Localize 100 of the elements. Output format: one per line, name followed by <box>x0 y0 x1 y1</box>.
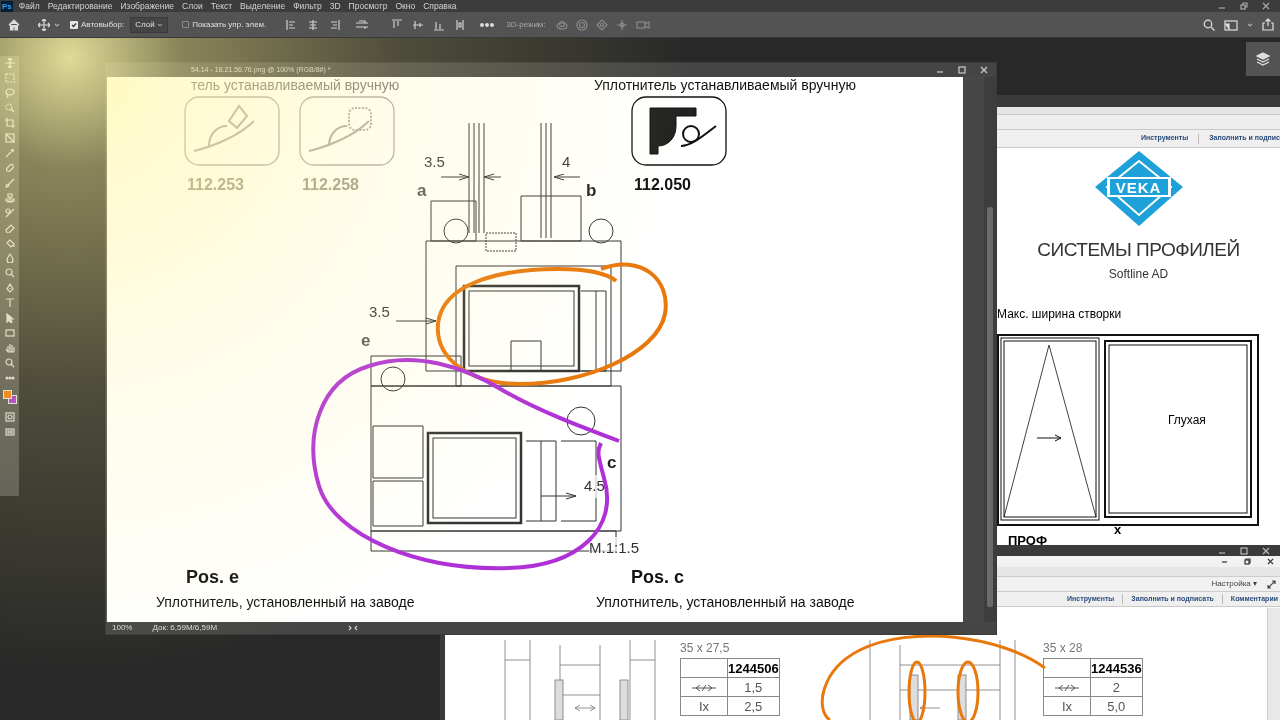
caret-icon[interactable] <box>54 21 60 28</box>
stamp-icon[interactable] <box>4 193 15 203</box>
seal-code: 112.258 <box>302 175 359 195</box>
close-icon[interactable] <box>1262 2 1270 10</box>
frame-icon[interactable] <box>4 133 15 143</box>
dimension-label: 4.5 <box>584 475 605 498</box>
zoom-icon[interactable] <box>4 358 15 368</box>
close-icon[interactable] <box>1267 558 1274 565</box>
settings-dropdown[interactable]: Настройка ▾ <box>1211 578 1257 590</box>
bucket-icon[interactable] <box>4 238 15 248</box>
caption: Макс. ширина створки <box>997 305 1123 323</box>
menu-item[interactable]: Текст <box>210 0 233 13</box>
history-brush-icon[interactable] <box>4 208 15 218</box>
checkbox[interactable] <box>182 21 190 28</box>
table-cell: 2 <box>1090 677 1143 697</box>
subheading: Softline AD <box>1107 265 1170 283</box>
hand-icon[interactable] <box>4 343 15 353</box>
heading: Уплотнитель устанавливаемый вручную <box>594 77 856 95</box>
table-cell: 2,5 <box>727 696 780 716</box>
menu-item[interactable]: Файл <box>18 0 40 13</box>
table-title: 35 x 27,5 <box>680 641 731 655</box>
foreground-swatch[interactable] <box>2 390 12 399</box>
scrollbar[interactable] <box>984 77 996 622</box>
menu-item[interactable]: Редактирование <box>47 0 113 13</box>
close-icon[interactable] <box>1262 546 1270 555</box>
expand-icon[interactable] <box>1267 579 1276 589</box>
rectangle-icon[interactable] <box>4 328 15 338</box>
lasso-icon[interactable] <box>4 88 15 98</box>
pan-icon[interactable] <box>595 18 608 31</box>
position-label: Pos. c <box>631 566 685 589</box>
menu-item[interactable]: 3D <box>329 0 341 13</box>
pen-icon[interactable] <box>4 283 15 293</box>
caret-icon[interactable] <box>1247 21 1253 28</box>
menu-item[interactable]: Изображение <box>120 0 174 13</box>
eraser-icon[interactable] <box>4 223 15 233</box>
orbit-icon[interactable] <box>555 18 568 31</box>
maximize-icon[interactable] <box>958 66 966 74</box>
quick-select-icon[interactable] <box>4 103 15 113</box>
camera-icon[interactable] <box>635 18 650 31</box>
workspace-icon[interactable] <box>1224 18 1238 31</box>
align-icon[interactable] <box>391 18 404 31</box>
search-icon[interactable] <box>1203 18 1215 31</box>
distribute-icon[interactable] <box>355 18 370 31</box>
scrollbar[interactable] <box>1267 608 1280 720</box>
table-cell: 1244506 <box>727 658 780 678</box>
table-cell: 1244536 <box>1090 658 1143 678</box>
home-icon[interactable] <box>8 18 20 31</box>
menu-item[interactable]: Слои <box>182 0 203 13</box>
section-title: ПРОФ <box>1008 532 1048 547</box>
checkbox-label: Показать упр. элем. <box>192 18 267 31</box>
restore-icon[interactable] <box>1240 2 1248 10</box>
chevron-right-icon[interactable] <box>347 625 354 631</box>
table-cell: 5,0 <box>1090 696 1143 716</box>
slide-icon[interactable] <box>615 18 628 31</box>
seal-code: 112.050 <box>634 175 691 195</box>
healing-brush-icon[interactable] <box>4 163 15 173</box>
deflection-symbol-icon <box>1055 684 1079 693</box>
align-icon[interactable] <box>412 18 425 31</box>
more-icon[interactable] <box>480 22 495 27</box>
move-icon[interactable] <box>38 18 50 31</box>
table-cell: Ix <box>680 696 728 716</box>
align-icon[interactable] <box>307 18 320 31</box>
menu-item[interactable]: Просмотр <box>348 0 388 13</box>
caret-icon <box>157 21 164 28</box>
drop-icon[interactable] <box>4 253 15 263</box>
menu-item[interactable]: Фильтр <box>293 0 322 13</box>
layers-icon[interactable] <box>1256 52 1270 66</box>
heading: тель устанавливаемый вручную <box>191 77 400 95</box>
crop-icon[interactable] <box>4 118 15 128</box>
restore-icon[interactable] <box>1244 558 1251 565</box>
table-title: 35 x 28 <box>1043 641 1084 655</box>
app-logo: Ps <box>1 0 13 12</box>
align-icon[interactable] <box>454 18 467 31</box>
align-icon[interactable] <box>328 18 341 31</box>
deflection-symbol-icon <box>692 684 716 693</box>
checkbox[interactable] <box>70 20 78 29</box>
screen-mode-icon[interactable] <box>4 427 15 437</box>
menu-item[interactable]: Справка <box>423 0 457 13</box>
share-icon[interactable] <box>1262 18 1274 31</box>
maximize-icon[interactable] <box>1240 546 1248 555</box>
roll-icon[interactable] <box>575 18 588 31</box>
zoom-level: 100% <box>112 622 133 634</box>
note: Уплотнитель, установленный на заводе <box>156 593 415 612</box>
target-dropdown[interactable]: Слой <box>130 16 169 33</box>
menu-item[interactable]: Окно <box>395 0 416 13</box>
eyedropper-icon[interactable] <box>4 148 15 158</box>
cursor-icon[interactable] <box>4 313 15 323</box>
table-cell: Ix <box>1043 696 1091 716</box>
brush-icon[interactable] <box>4 178 15 188</box>
table-cell: 1,5 <box>727 677 780 697</box>
checkbox-label: Автовыбор: <box>81 18 125 31</box>
chevron-left-icon[interactable] <box>353 625 360 631</box>
dimension-label: x <box>1114 521 1122 539</box>
note: Уплотнитель, установленный на заводе <box>596 593 855 612</box>
veka-logo: VEKA <box>1094 151 1183 226</box>
menu-item[interactable]: Выделение <box>240 0 286 13</box>
quick-mask-icon[interactable] <box>4 412 15 422</box>
mode-label: 3D-режим: <box>506 18 546 31</box>
dodge-icon[interactable] <box>4 268 15 278</box>
type-icon[interactable] <box>4 298 15 308</box>
